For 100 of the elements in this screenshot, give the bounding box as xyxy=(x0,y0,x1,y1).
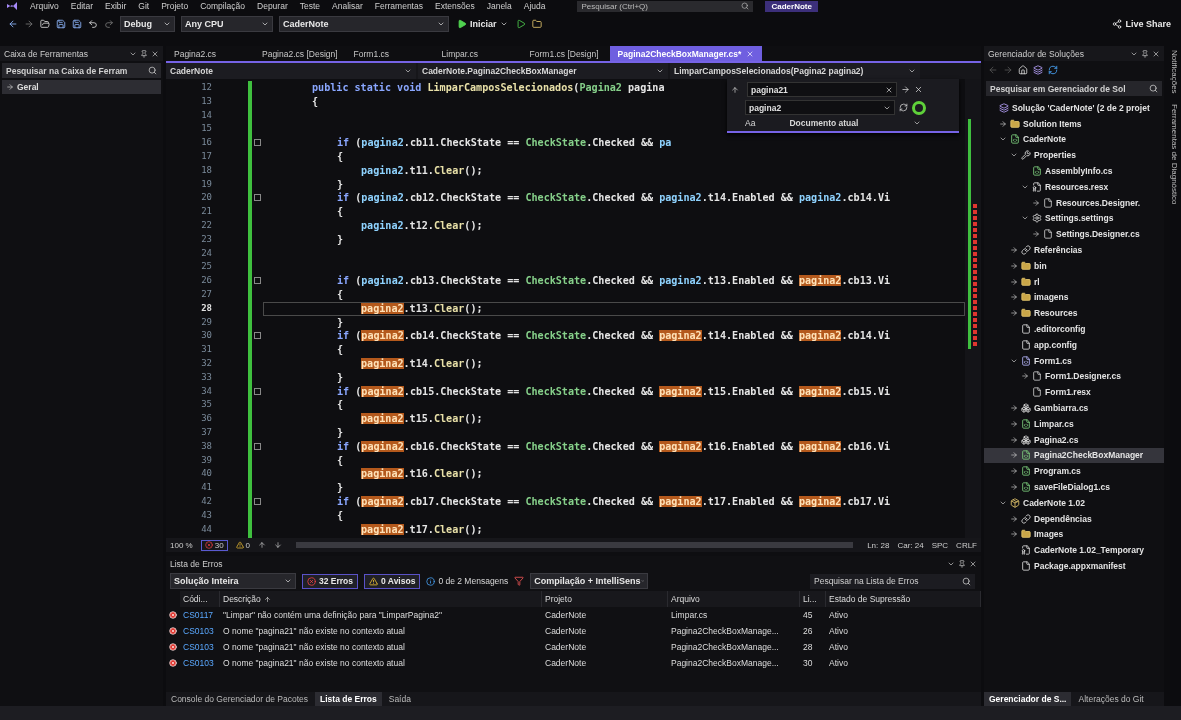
menu-item[interactable]: Arquivo xyxy=(30,1,59,11)
tree-item[interactable]: Package.appxmanifest xyxy=(984,558,1164,574)
open-folder-icon[interactable] xyxy=(40,19,50,29)
expand-arrow-icon[interactable] xyxy=(999,119,1007,128)
menu-item[interactable]: Editar xyxy=(70,1,94,11)
tree-item[interactable]: Solution Items xyxy=(984,115,1164,132)
search-field[interactable]: Pesquisar na Caixa de Ferram xyxy=(2,63,161,78)
menu-item[interactable]: Ajuda xyxy=(523,1,546,11)
save-icon[interactable] xyxy=(56,19,66,29)
home-icon[interactable] xyxy=(1018,65,1028,75)
panel-tab[interactable]: Gerenciador de S... xyxy=(984,692,1072,706)
folder-icon[interactable] xyxy=(531,19,542,29)
play-outline-icon[interactable] xyxy=(515,19,526,29)
tree-item[interactable]: Resources.resx xyxy=(984,179,1164,195)
column-header[interactable]: Projeto xyxy=(542,591,668,607)
replace-icon[interactable] xyxy=(899,103,908,112)
horizontal-scroll-bar[interactable] xyxy=(296,542,854,548)
column-header[interactable]: Estado de Supressão xyxy=(826,591,981,607)
menu-item[interactable]: Ferramentas xyxy=(374,1,423,11)
tree-item[interactable]: Program.cs xyxy=(984,463,1164,480)
expand-arrow-icon[interactable] xyxy=(1010,309,1018,318)
close-icon[interactable] xyxy=(151,49,159,58)
tree-item[interactable]: Limpar.cs xyxy=(984,415,1164,432)
redo-icon[interactable] xyxy=(104,19,114,29)
down-arrow-icon[interactable] xyxy=(274,541,283,549)
navigation-dropdown[interactable]: CaderNote xyxy=(166,63,416,79)
close-icon[interactable] xyxy=(914,85,923,94)
column-header[interactable]: Códi... xyxy=(180,591,220,607)
tree-item[interactable]: Referências xyxy=(984,242,1164,258)
zoom-level[interactable]: 100 % xyxy=(170,540,193,550)
fold-marker[interactable] xyxy=(254,442,261,450)
error-code-link[interactable]: CS0117 xyxy=(180,607,220,623)
expand-arrow-icon[interactable] xyxy=(1010,261,1018,270)
platform-dropdown[interactable]: Any CPU xyxy=(181,16,273,32)
expand-arrow-icon[interactable] xyxy=(1010,467,1018,476)
tree-item[interactable]: .editorconfig xyxy=(984,321,1164,337)
errors-filter-button[interactable]: 32 Erros xyxy=(302,573,359,589)
file-tab[interactable]: Pagina2CheckBoxManager.cs* xyxy=(609,46,763,61)
error-code-link[interactable]: CS0103 xyxy=(180,623,220,639)
expand-arrow-icon[interactable] xyxy=(1021,372,1029,381)
tree-item[interactable]: Settings.settings xyxy=(984,210,1164,227)
column-header[interactable]: Li... xyxy=(800,591,826,607)
column-header[interactable]: Arquivo xyxy=(668,591,800,607)
warnings-filter-button[interactable]: 0 Avisos xyxy=(364,573,421,589)
tree-item[interactable]: Resources.Designer. xyxy=(984,194,1164,211)
column-header[interactable]: Descrição xyxy=(220,591,542,607)
switch-views-icon[interactable] xyxy=(1033,65,1043,75)
fold-marker[interactable] xyxy=(254,139,261,147)
close-icon[interactable] xyxy=(969,559,977,568)
menu-item[interactable]: Projeto xyxy=(161,1,189,11)
filter-icon[interactable] xyxy=(514,576,525,586)
live-share-button[interactable]: Live Share xyxy=(1110,19,1173,29)
tree-item[interactable]: bin xyxy=(984,257,1164,274)
tree-item[interactable]: Form1.Designer.cs xyxy=(984,368,1164,385)
error-code-link[interactable]: CS0103 xyxy=(180,639,220,655)
scope-dropdown[interactable]: Solução Inteira xyxy=(170,573,296,589)
menu-item[interactable]: Analisar xyxy=(332,1,363,11)
expand-arrow-icon[interactable] xyxy=(1010,530,1018,539)
expand-arrow-icon[interactable] xyxy=(1032,230,1040,239)
fold-marker[interactable] xyxy=(254,498,261,505)
panel-tab[interactable]: Console do Gerenciador de Pacotes xyxy=(166,692,314,706)
refresh-icon[interactable] xyxy=(1048,65,1058,75)
menu-item[interactable]: Compilação xyxy=(200,1,245,11)
tree-item[interactable]: rl xyxy=(984,273,1164,290)
find-field[interactable]: pagina21 xyxy=(747,82,897,97)
menu-item[interactable]: Exibir xyxy=(105,1,127,11)
configuration-dropdown[interactable]: Debug xyxy=(120,16,175,32)
error-count[interactable]: 30 xyxy=(200,539,228,551)
next-icon[interactable] xyxy=(901,85,910,94)
expand-arrow-icon[interactable] xyxy=(1010,451,1018,460)
close-icon[interactable] xyxy=(1152,49,1160,58)
file-tab[interactable]: Pagina2.cs xyxy=(166,46,254,61)
tree-item[interactable]: Solução 'CaderNote' (2 de 2 projet xyxy=(984,100,1164,116)
expand-arrow-icon[interactable] xyxy=(1010,483,1018,491)
tree-item[interactable]: app.config xyxy=(984,336,1164,353)
fold-marker[interactable] xyxy=(254,332,261,340)
tree-item[interactable]: Resources xyxy=(984,305,1164,322)
expand-arrow-icon[interactable] xyxy=(1032,198,1040,207)
match-case-option[interactable]: Aa xyxy=(745,118,756,128)
file-tab[interactable]: Form1.cs xyxy=(345,46,434,61)
menu-item[interactable]: Janela xyxy=(486,1,512,11)
search-field[interactable]: Pesquisar na Lista de Erros xyxy=(810,573,975,589)
expand-arrow-icon[interactable] xyxy=(1010,277,1018,286)
messages-filter[interactable]: 0 de 2 Mensagens xyxy=(426,576,509,586)
fold-marker[interactable] xyxy=(254,387,261,395)
side-tab[interactable]: Notificações xyxy=(1169,50,1179,94)
file-tab[interactable]: Limpar.cs xyxy=(433,46,522,61)
error-code-link[interactable]: CS0103 xyxy=(180,655,220,671)
menu-item[interactable]: Depurar xyxy=(257,1,288,11)
tree-item[interactable]: Images xyxy=(984,526,1164,543)
menu-item[interactable]: Git xyxy=(138,1,150,11)
expand-arrow-icon[interactable] xyxy=(1010,514,1018,523)
toolbox-group[interactable]: Geral xyxy=(2,80,161,94)
source-dropdown[interactable]: Compilação + IntelliSens xyxy=(530,573,649,589)
navigation-dropdown[interactable]: LimparCamposSelecionados(Pagina2 pagina2) xyxy=(670,63,920,79)
search-field[interactable]: Pesquisar (Ctrl+Q) xyxy=(577,0,754,12)
tree-item[interactable]: Dependências xyxy=(984,510,1164,527)
file-tab[interactable]: Pagina2.cs [Design] xyxy=(254,46,346,61)
startup-project-dropdown[interactable]: CaderNote xyxy=(279,16,449,32)
menu-item[interactable]: Teste xyxy=(299,1,321,11)
